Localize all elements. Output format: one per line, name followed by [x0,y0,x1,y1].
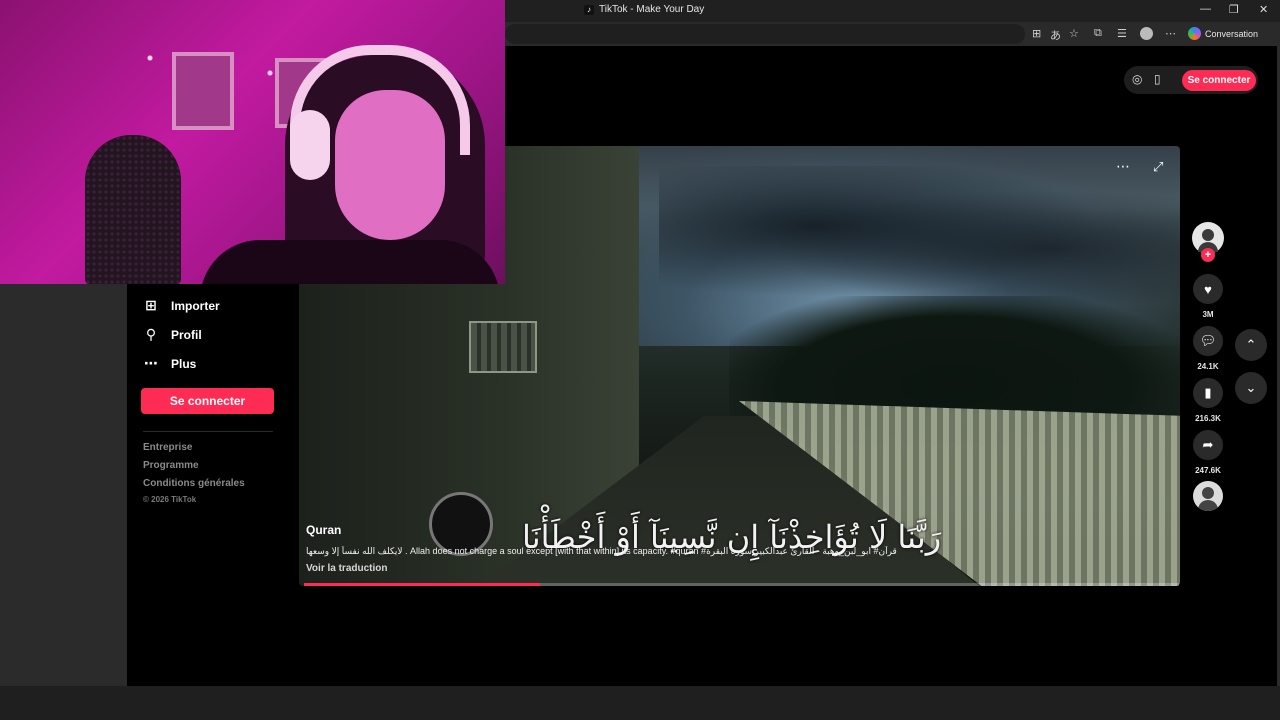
user-icon: ⚲ [145,326,157,342]
fullscreen-icon[interactable]: ⤢ [1153,159,1163,175]
heart-icon: ♥ [1204,281,1212,297]
video-caption: لايكلف الله نفساً إلا وسعها . Allah does… [306,546,897,556]
chevron-up-icon: ⌃ [1245,337,1257,352]
sidebar-divider [143,431,273,432]
taskbar-area [0,686,1280,720]
extensions-icon[interactable]: ⧉ [1094,27,1102,40]
compass-icon[interactable]: ◎ [1132,72,1142,86]
comment-count: 24.1K [1197,362,1219,371]
bookmark-icon: ▮ [1204,385,1212,400]
close-window-button[interactable]: ✕ [1259,3,1268,16]
more-icon: ⋯ [144,355,158,371]
webcam-overlay [0,0,505,284]
follow-button[interactable]: + [1201,248,1215,262]
sidebar-item-label: Profil [171,327,202,342]
next-video-button[interactable]: ⌄ [1235,372,1267,404]
translate-icon[interactable]: あ [1050,27,1061,43]
avatar-head [1202,229,1214,241]
collections-icon[interactable]: ☰ [1117,27,1127,40]
restore-button[interactable]: ❐ [1229,3,1239,16]
copilot-conversation-button[interactable]: Conversation [1188,27,1258,40]
smart-speaker [85,135,181,284]
plus-square-icon: ⊞ [145,297,157,313]
sound-avatar-head [1202,487,1214,499]
split-screen-icon[interactable]: ⊞ [1032,27,1041,40]
wall-frame [172,52,234,130]
sound-avatar[interactable] [1193,481,1223,511]
video-author[interactable]: Quran [306,523,341,537]
favorite-star-icon[interactable]: ☆ [1069,27,1079,40]
save-button[interactable]: ▮ [1193,378,1223,408]
share-count: 247.6K [1195,466,1221,475]
window-title-text: TikTok - Make Your Day [599,4,705,15]
video-progress-bar[interactable] [304,583,1179,586]
headset-earcup [290,110,330,180]
footer-link-programme[interactable]: Programme [143,460,199,471]
sidebar-item-label: Importer [171,298,220,313]
see-translation-link[interactable]: Voir la traduction [306,563,388,574]
browser-menu-icon[interactable]: ⋯ [1165,27,1176,40]
like-button[interactable]: ♥ [1193,274,1223,304]
copilot-icon [1188,27,1201,40]
previous-video-button[interactable]: ⌃ [1235,329,1267,361]
conversation-label: Conversation [1205,28,1259,39]
footer-link-conditions[interactable]: Conditions générales [143,478,245,489]
tiktok-favicon-icon: ♪ [584,4,594,15]
save-count: 216.3K [1195,414,1221,423]
mobile-app-icon[interactable]: ▯ [1154,72,1161,86]
share-arrow-icon: ➦ [1202,437,1214,452]
window-title: ♪ TikTok - Make Your Day [584,4,704,15]
video-building-window [469,321,537,373]
comment-button[interactable]: 💬︎ [1193,326,1223,356]
comment-icon: 💬︎ [1199,333,1217,348]
streamer-shoulders [200,240,500,284]
like-count: 3M [1202,310,1214,319]
video-progress-fill [304,583,541,586]
video-more-icon[interactable]: ⋯ [1116,158,1130,175]
browser-profile-avatar[interactable] [1140,27,1153,40]
sidebar-item-label: Plus [171,356,197,371]
sound-avatar-body [1198,500,1218,511]
footer-link-entreprise[interactable]: Entreprise [143,442,192,453]
sidebar-login-button[interactable]: Se connecter [141,388,274,414]
sidebar-item-plus[interactable]: ⋯ Plus [143,355,196,372]
share-button[interactable]: ➦ [1193,430,1223,460]
url-input[interactable] [505,24,1025,44]
video-clouds [659,166,1180,316]
sidebar-item-profil[interactable]: ⚲ Profil [143,326,202,343]
header-login-button[interactable]: Se connecter [1182,70,1256,91]
chevron-down-icon: ⌄ [1245,380,1257,395]
sidebar-item-importer[interactable]: ⊞ Importer [143,297,220,314]
minimize-button[interactable]: — [1200,3,1211,15]
copyright-text: © 2026 TikTok [143,495,197,504]
